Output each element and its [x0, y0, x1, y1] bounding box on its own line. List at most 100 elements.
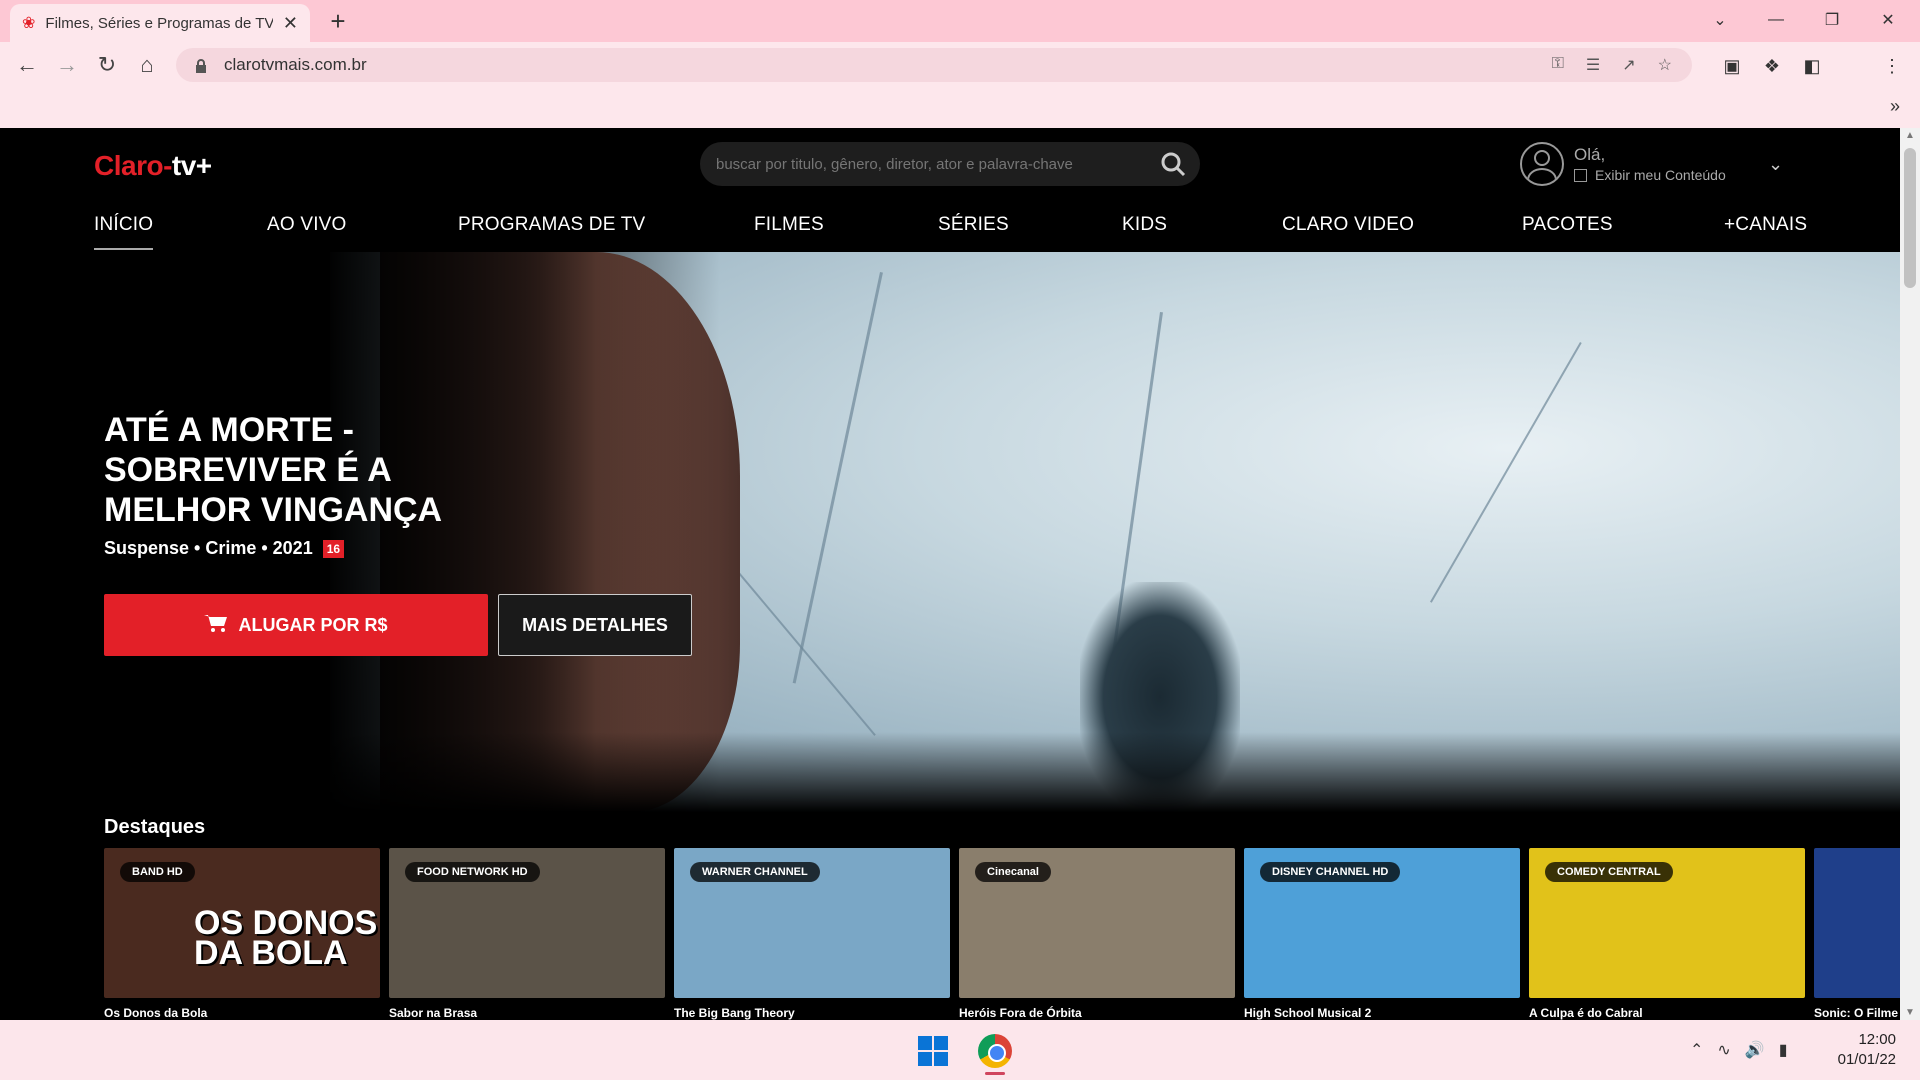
scroll-up-icon[interactable]: ▲	[1905, 130, 1915, 141]
card-title[interactable]: Os Donos da Bola	[104, 1006, 207, 1020]
volume-icon[interactable]: 🔊	[1745, 1040, 1765, 1060]
tab-search-icon[interactable]: ⌄	[1692, 0, 1748, 40]
chevron-up-icon[interactable]: ⌃	[1690, 1040, 1703, 1060]
card-title[interactable]: Sonic: O Filme	[1814, 1006, 1898, 1020]
windows-start-icon[interactable]	[918, 1036, 948, 1066]
scrollbar-thumb[interactable]	[1904, 148, 1916, 288]
nav-programas-de-tv[interactable]: PROGRAMAS DE TV	[458, 214, 645, 236]
highlight-card[interactable]: COMEDY CENTRAL	[1529, 848, 1805, 998]
wifi-icon[interactable]: ∿	[1717, 1040, 1730, 1060]
rent-button[interactable]: ALUGAR POR R$	[104, 594, 488, 656]
restore-button[interactable]: ❐	[1804, 0, 1860, 40]
search-box	[700, 142, 1200, 186]
active-app-indicator	[985, 1072, 1005, 1075]
highlight-card[interactable]: Cinecanal	[959, 848, 1235, 998]
reload-icon[interactable]: ↻	[92, 50, 122, 80]
card-title[interactable]: High School Musical 2	[1244, 1006, 1371, 1020]
hero-left-fade	[0, 252, 720, 812]
extension-icon[interactable]: ▣	[1720, 54, 1744, 78]
channel-badge: BAND HD	[120, 862, 195, 882]
chrome-taskbar-icon[interactable]	[978, 1034, 1012, 1068]
hero-meta: Suspense • Crime • 2021 16	[104, 538, 345, 559]
rent-button-label: ALUGAR POR R$	[238, 614, 388, 635]
hero-banner: ATÉ A MORTE - SOBREVIVER É A MELHOR VING…	[0, 252, 1900, 812]
highlight-card[interactable]	[1814, 848, 1900, 998]
address-bar[interactable]: clarotvmais.com.br ⚿ ☰ ↗ ☆	[176, 48, 1692, 82]
new-tab-button[interactable]: +	[322, 6, 354, 38]
highlight-card[interactable]: DISNEY CHANNEL HD	[1244, 848, 1520, 998]
show-content-checkbox[interactable]	[1574, 168, 1587, 182]
key-icon[interactable]: ⚿	[1552, 55, 1564, 75]
show-content-label: Exibir meu Conteúdo	[1595, 167, 1726, 183]
avatar-icon[interactable]	[1520, 142, 1564, 186]
clock-date: 01/01/22	[1837, 1051, 1896, 1068]
claro-tv-logo[interactable]: Claro-tv+	[94, 150, 212, 182]
system-tray: ⌃ ∿ 🔊 ▮	[1690, 1040, 1788, 1060]
channel-badge: DISNEY CHANNEL HD	[1260, 862, 1401, 882]
forward-icon[interactable]: →	[52, 50, 82, 80]
channel-badge: FOOD NETWORK HD	[405, 862, 540, 882]
nav-mais-canais[interactable]: +CANAIS	[1724, 214, 1807, 236]
nav-pacotes[interactable]: PACOTES	[1522, 214, 1613, 236]
nav-ao-vivo[interactable]: AO VIVO	[267, 214, 347, 236]
web-page: Claro-tv+ Olá, Exibir meu Conteúdo ⌄ INÍ…	[0, 128, 1900, 1020]
card-title[interactable]: Sabor na Brasa	[389, 1006, 477, 1020]
hero-title: ATÉ A MORTE - SOBREVIVER É A MELHOR VING…	[104, 411, 443, 529]
highlight-card[interactable]: FOOD NETWORK HD	[389, 848, 665, 998]
channel-badge: Cinecanal	[975, 862, 1051, 882]
battery-icon[interactable]: ▮	[1779, 1040, 1788, 1060]
card-title[interactable]: A Culpa é do Cabral	[1529, 1006, 1643, 1020]
page-scrollbar[interactable]: ▲ ▼	[1900, 128, 1920, 1020]
channel-badge: WARNER CHANNEL	[690, 862, 820, 882]
highlight-card[interactable]: BAND HD OS DONOS DA BOLA	[104, 848, 380, 998]
card-title[interactable]: Heróis Fora de Órbita	[959, 1006, 1082, 1020]
clock[interactable]: 12:00 01/01/22	[1830, 1030, 1896, 1070]
browser-tab[interactable]: ❀ Filmes, Séries e Programas de TV ✕	[10, 4, 310, 42]
puzzle-icon[interactable]: ❖	[1760, 54, 1784, 78]
more-details-button[interactable]: MAIS DETALHES	[498, 594, 692, 656]
share-icon[interactable]: ↗	[1622, 55, 1635, 75]
lock-icon	[194, 58, 208, 73]
search-input[interactable]	[714, 154, 1160, 174]
windows-taskbar: ⌃ ∿ 🔊 ▮ 12:00 01/01/22	[0, 1020, 1920, 1080]
minimize-button[interactable]: —	[1748, 0, 1804, 40]
channel-badge: COMEDY CENTRAL	[1545, 862, 1673, 882]
clock-time: 12:00	[1858, 1031, 1896, 1048]
card-overlay-text: OS DONOS DA BOLA	[194, 904, 378, 972]
age-rating-badge: 16	[322, 539, 345, 558]
nav-inicio[interactable]: INÍCIO	[94, 214, 154, 250]
menu-dots-icon[interactable]: ⋮	[1880, 54, 1904, 78]
close-tab-icon[interactable]: ✕	[283, 13, 298, 34]
claro-favicon-icon: ❀	[22, 15, 36, 32]
highlights-title: Destaques	[104, 816, 206, 838]
bookmark-star-icon[interactable]: ☆	[1658, 55, 1672, 75]
site-header: Claro-tv+ Olá, Exibir meu Conteúdo ⌄ INÍ…	[0, 128, 1900, 252]
chevron-down-icon[interactable]: ⌄	[1768, 154, 1783, 175]
nav-filmes[interactable]: FILMES	[754, 214, 824, 236]
side-panel-icon[interactable]: ◧	[1800, 54, 1824, 78]
nav-claro-video[interactable]: CLARO VIDEO	[1282, 214, 1414, 236]
main-nav: INÍCIO AO VIVO PROGRAMAS DE TV FILMES SÉ…	[0, 214, 1900, 252]
url-text: clarotvmais.com.br	[224, 55, 367, 74]
close-window-button[interactable]: ✕	[1860, 0, 1916, 40]
bookmarks-overflow-icon[interactable]: »	[1890, 96, 1900, 117]
scroll-down-icon[interactable]: ▼	[1905, 1007, 1915, 1018]
more-details-label: MAIS DETALHES	[522, 614, 668, 635]
greeting-text: Olá,	[1574, 145, 1606, 164]
browser-tab-strip: ❀ Filmes, Séries e Programas de TV ✕ + ⌄…	[0, 0, 1920, 42]
search-icon[interactable]	[1160, 151, 1186, 177]
cart-icon	[204, 613, 228, 638]
nav-series[interactable]: SÉRIES	[938, 214, 1009, 236]
translate-icon[interactable]: ☰	[1586, 55, 1600, 75]
back-icon[interactable]: ←	[12, 50, 42, 80]
bookmarks-bar: »	[0, 88, 1920, 128]
tab-title: Filmes, Séries e Programas de TV	[45, 14, 273, 32]
hero-genres: Suspense • Crime • 2021	[104, 538, 313, 558]
hero-bottom-fade	[0, 732, 1900, 812]
home-icon[interactable]: ⌂	[132, 50, 162, 80]
browser-toolbar: ← → ↻ ⌂ clarotvmais.com.br ⚿ ☰ ↗ ☆ ▣ ❖ ◧…	[0, 42, 1920, 88]
highlight-card[interactable]: WARNER CHANNEL	[674, 848, 950, 998]
nav-kids[interactable]: KIDS	[1122, 214, 1167, 236]
card-title[interactable]: The Big Bang Theory	[674, 1006, 795, 1020]
user-menu[interactable]: Olá, Exibir meu Conteúdo	[1520, 142, 1726, 186]
